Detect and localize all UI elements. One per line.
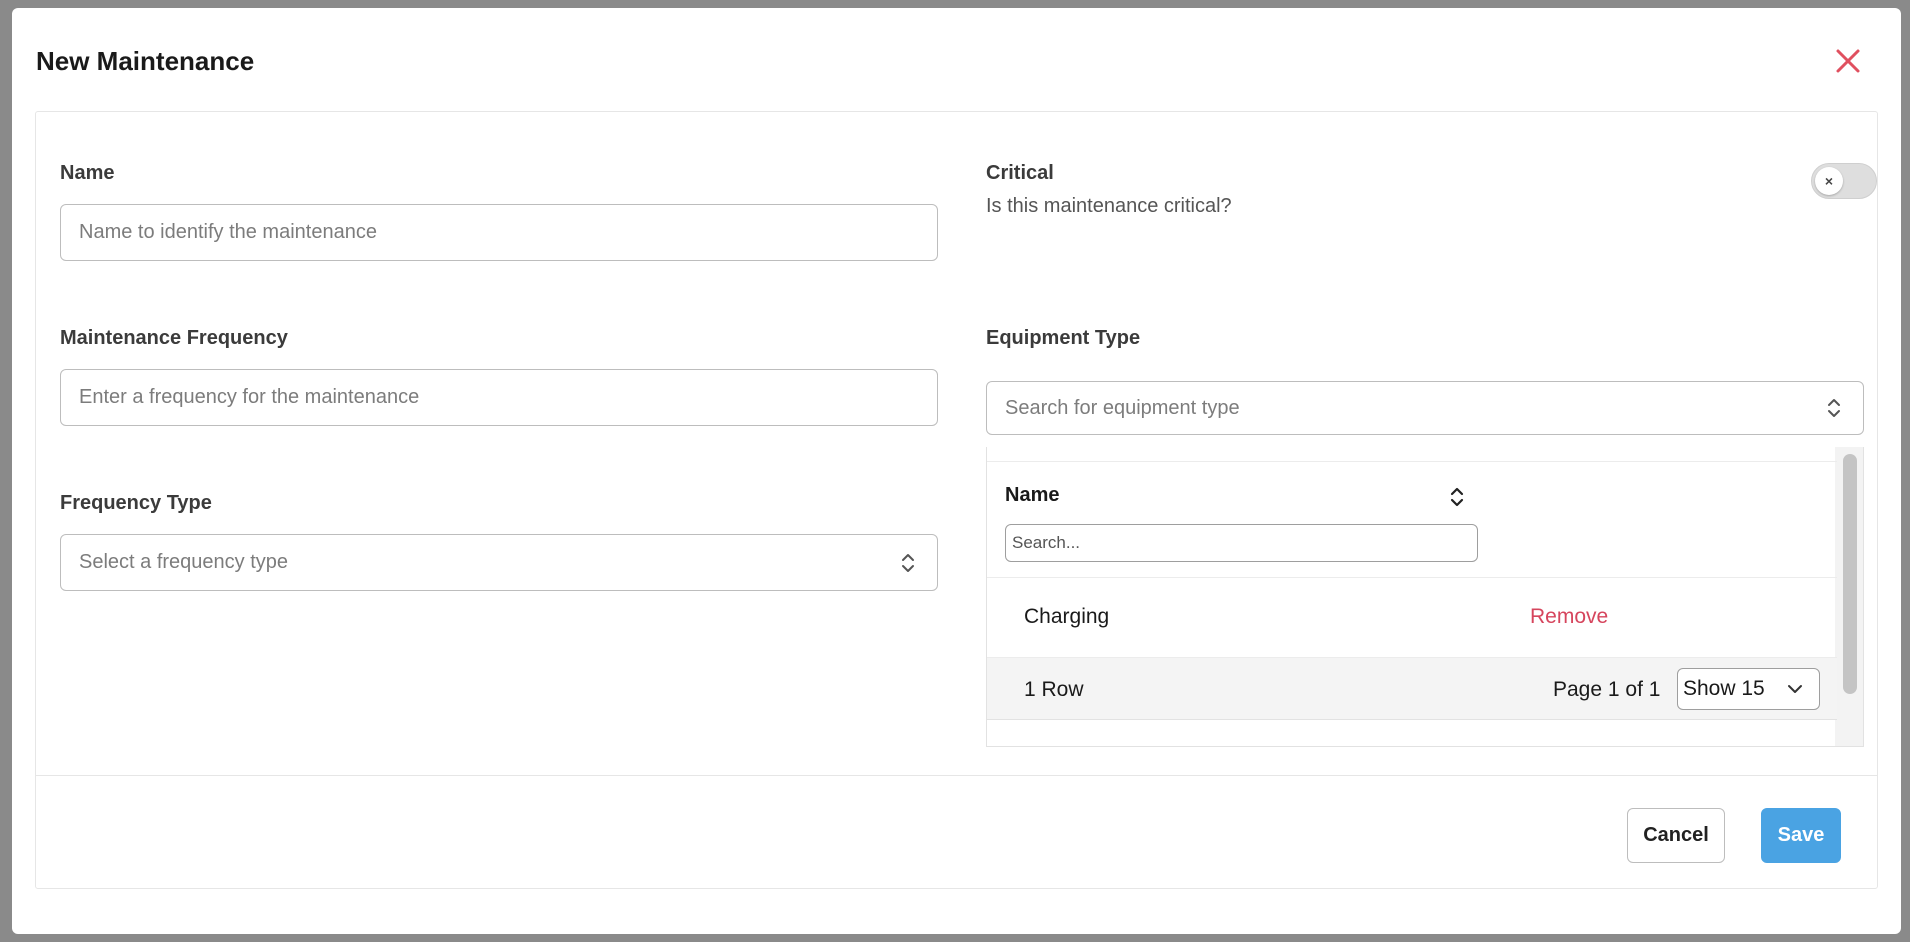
toggle-knob: × (1815, 167, 1843, 195)
frequency-input[interactable] (60, 369, 938, 426)
page-size-select[interactable]: Show 15 (1677, 668, 1820, 710)
chevron-down-icon (1788, 685, 1802, 693)
new-maintenance-modal: New Maintenance Name Critical Is this ma… (12, 8, 1901, 934)
sort-icon (1450, 487, 1464, 507)
close-button[interactable] (1831, 44, 1865, 78)
critical-label: Critical (986, 162, 1054, 184)
column-header-name: Name (1005, 484, 1060, 506)
table-header: Name (987, 461, 1837, 578)
equipment-type-search[interactable]: Search for equipment type (986, 381, 1864, 435)
frequency-type-select[interactable]: Select a frequency type (60, 534, 938, 591)
chevron-up-down-icon (1828, 399, 1840, 417)
form-body: Name Critical Is this maintenance critic… (36, 112, 1877, 775)
critical-toggle[interactable]: × (1811, 163, 1877, 199)
save-button[interactable]: Save (1761, 808, 1841, 863)
form-panel: Name Critical Is this maintenance critic… (35, 111, 1878, 889)
modal-title: New Maintenance (36, 46, 255, 76)
frequency-type-placeholder: Select a frequency type (79, 551, 289, 573)
row-name-cell: Charging (1024, 605, 1110, 628)
frequency-label: Maintenance Frequency (60, 327, 288, 349)
sort-button[interactable] (1449, 484, 1465, 515)
table-row: Charging Remove (987, 578, 1837, 658)
footer-divider (36, 775, 1877, 776)
cancel-button[interactable]: Cancel (1627, 808, 1725, 863)
toggle-off-icon: × (1824, 173, 1834, 189)
chevron-up-down-icon (902, 553, 914, 572)
scrollbar-thumb[interactable] (1843, 454, 1857, 694)
frequency-type-label: Frequency Type (60, 492, 212, 514)
name-input[interactable] (60, 204, 938, 261)
scrollbar-track[interactable] (1835, 447, 1863, 746)
equipment-type-table: Name Charging Remove 1 Row Page 1 (986, 447, 1864, 747)
row-count: 1 Row (1024, 678, 1084, 701)
page-info: Page 1 of 1 (1553, 678, 1661, 701)
column-filter-input[interactable] (1005, 524, 1478, 562)
critical-description: Is this maintenance critical? (986, 195, 1232, 217)
equipment-type-label: Equipment Type (986, 327, 1141, 349)
page-size-value: Show 15 (1683, 677, 1765, 700)
name-label: Name (60, 162, 115, 184)
table-footer: 1 Row Page 1 of 1 Show 15 (987, 658, 1837, 720)
equipment-type-placeholder: Search for equipment type (1005, 396, 1240, 419)
close-icon (1836, 49, 1860, 73)
remove-link[interactable]: Remove (1530, 605, 1608, 629)
